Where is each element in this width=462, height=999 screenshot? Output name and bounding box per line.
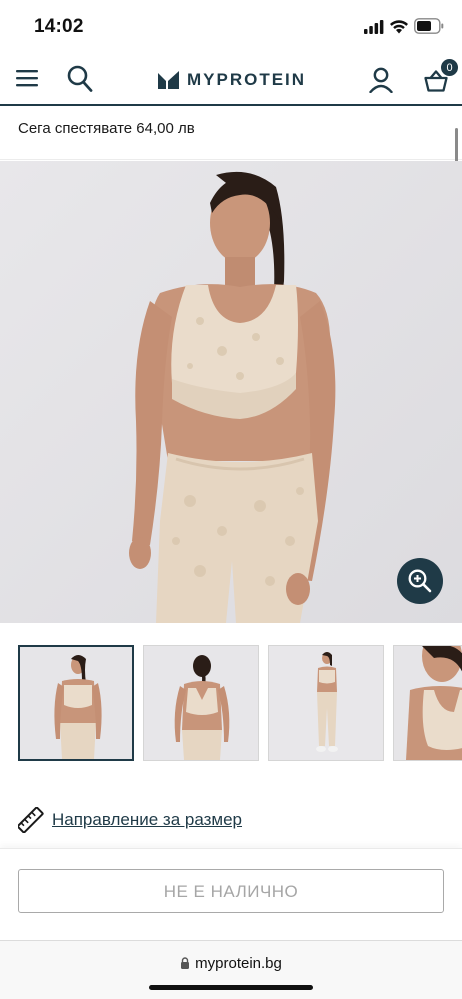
zoom-icon xyxy=(408,569,432,593)
menu-icon[interactable] xyxy=(16,69,38,87)
signal-icon xyxy=(364,20,384,34)
ruler-icon xyxy=(18,807,44,833)
url-text: myprotein.bg xyxy=(195,955,282,972)
browser-url-bar[interactable]: myprotein.bg xyxy=(0,940,462,999)
site-header: MYPROTEIN 0 xyxy=(0,52,462,106)
brand-name: MYPROTEIN xyxy=(187,70,307,89)
basket-button[interactable]: 0 xyxy=(421,58,459,98)
account-icon[interactable] xyxy=(369,67,393,93)
thumbnail-full-length[interactable] xyxy=(268,645,384,761)
thumbnail-image xyxy=(20,647,132,759)
status-time: 14:02 xyxy=(34,16,84,37)
thumbnail-image xyxy=(144,646,258,760)
status-bar: 14:02 xyxy=(0,0,462,52)
logo-mark-icon xyxy=(158,71,179,89)
thumbnail-image xyxy=(394,646,462,760)
thumbnail-back[interactable] xyxy=(143,645,259,761)
thumbnail-image xyxy=(269,646,383,760)
thumbnail-strip[interactable] xyxy=(0,643,462,763)
battery-icon xyxy=(414,18,444,34)
thumbnail-detail[interactable] xyxy=(393,645,462,761)
product-photo xyxy=(0,161,462,623)
home-indicator[interactable] xyxy=(149,985,313,990)
out-of-stock-button[interactable]: НЕ Е НАЛИЧНО xyxy=(18,869,444,913)
purchase-bar: НЕ Е НАЛИЧНО xyxy=(0,848,462,940)
product-main-image[interactable] xyxy=(0,161,462,623)
brand-logo[interactable]: MYPROTEIN xyxy=(158,69,306,91)
search-icon[interactable] xyxy=(67,65,93,93)
wifi-icon xyxy=(390,20,408,34)
savings-text: Сега спестявате 64,00 лв xyxy=(18,120,195,137)
lock-icon xyxy=(181,957,190,969)
size-guide-link[interactable]: Направление за размер xyxy=(18,806,242,834)
size-guide-label: Направление за размер xyxy=(52,810,243,829)
basket-count-badge: 0 xyxy=(440,58,459,77)
thumbnail-front[interactable] xyxy=(18,645,134,761)
zoom-button[interactable] xyxy=(397,558,443,604)
url-display[interactable]: myprotein.bg xyxy=(0,955,462,972)
savings-banner: Сега спестявате 64,00 лв xyxy=(0,108,462,160)
